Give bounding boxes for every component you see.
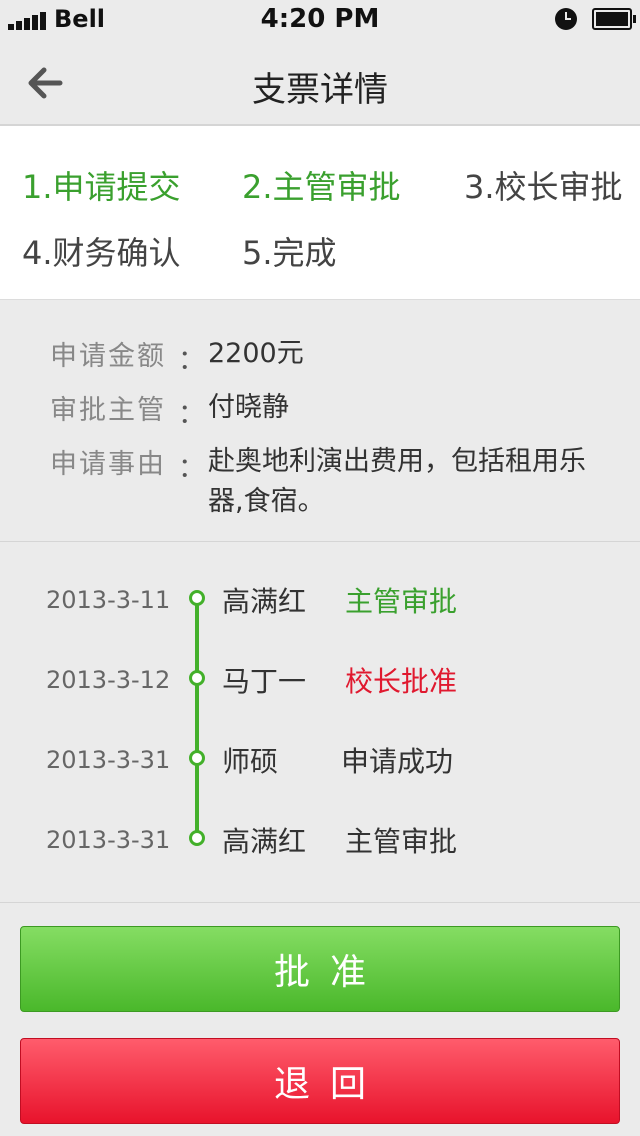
timeline-line bbox=[195, 598, 199, 843]
timeline-date: 2013-3-11 bbox=[46, 586, 171, 614]
step-3: 3.校长审批 bbox=[464, 168, 623, 206]
progress-steps: 1.申请提交 2.主管审批 3.校长审批 4.财务确认 5.完成 bbox=[0, 126, 640, 300]
approve-button[interactable]: 批准 bbox=[20, 926, 620, 1012]
reject-button[interactable]: 退回 bbox=[20, 1038, 620, 1124]
timeline-action: 主管审批 bbox=[345, 585, 458, 618]
timeline-item: 2013-3-31 师硕 申请成功 bbox=[0, 738, 640, 778]
approval-timeline: 2013-3-11 高满红 主管审批 2013-3-12 马丁一 校长批准 20… bbox=[0, 543, 640, 903]
clock-icon bbox=[555, 8, 577, 30]
timeline-person: 高满红 bbox=[222, 825, 307, 858]
supervisor-label: 审批主管 bbox=[50, 395, 166, 426]
timeline-person: 马丁一 bbox=[222, 665, 307, 698]
timeline-action: 校长批准 bbox=[345, 665, 458, 698]
timeline-node-icon bbox=[189, 750, 205, 766]
amount-label: 申请金额 bbox=[50, 341, 166, 372]
timeline-date: 2013-3-31 bbox=[46, 826, 171, 854]
timeline-person: 师硕 bbox=[222, 745, 279, 778]
step-1: 1.申请提交 bbox=[22, 168, 181, 206]
supervisor-value: 付晓静 bbox=[208, 392, 289, 423]
timeline-node-icon bbox=[189, 590, 205, 606]
supervisor-colon: ： bbox=[178, 399, 205, 430]
page-title: 支票详情 bbox=[252, 70, 388, 110]
timeline-node-icon bbox=[189, 670, 205, 686]
timeline-item: 2013-3-31 高满红 主管审批 bbox=[0, 818, 640, 858]
timeline-node-icon bbox=[189, 830, 205, 846]
status-bar: Bell 4:20 PM bbox=[0, 0, 640, 40]
timeline-person: 高满红 bbox=[222, 585, 307, 618]
timeline-item: 2013-3-12 马丁一 校长批准 bbox=[0, 658, 640, 698]
cheque-info: 申请金额 ： 2200元 审批主管 ： 付晓静 申请事由 ： 赴奥地利演出费用，… bbox=[0, 300, 640, 542]
amount-colon: ： bbox=[178, 345, 205, 376]
step-5: 5.完成 bbox=[242, 234, 337, 272]
battery-icon bbox=[592, 8, 636, 30]
nav-bar: 支票详情 bbox=[0, 40, 640, 126]
reason-label: 申请事由 bbox=[50, 449, 166, 480]
step-4: 4.财务确认 bbox=[22, 234, 181, 272]
timeline-date: 2013-3-12 bbox=[46, 666, 171, 694]
timeline-item: 2013-3-11 高满红 主管审批 bbox=[0, 578, 640, 618]
reason-colon: ： bbox=[178, 453, 205, 484]
timeline-action: 申请成功 bbox=[341, 745, 454, 778]
amount-value: 2200元 bbox=[208, 338, 304, 369]
timeline-date: 2013-3-31 bbox=[46, 746, 171, 774]
timeline-action: 主管审批 bbox=[345, 825, 458, 858]
status-time: 4:20 PM bbox=[260, 4, 380, 34]
step-2: 2.主管审批 bbox=[242, 168, 401, 206]
reason-value: 赴奥地利演出费用，包括租用乐器,食宿。 bbox=[208, 446, 586, 517]
